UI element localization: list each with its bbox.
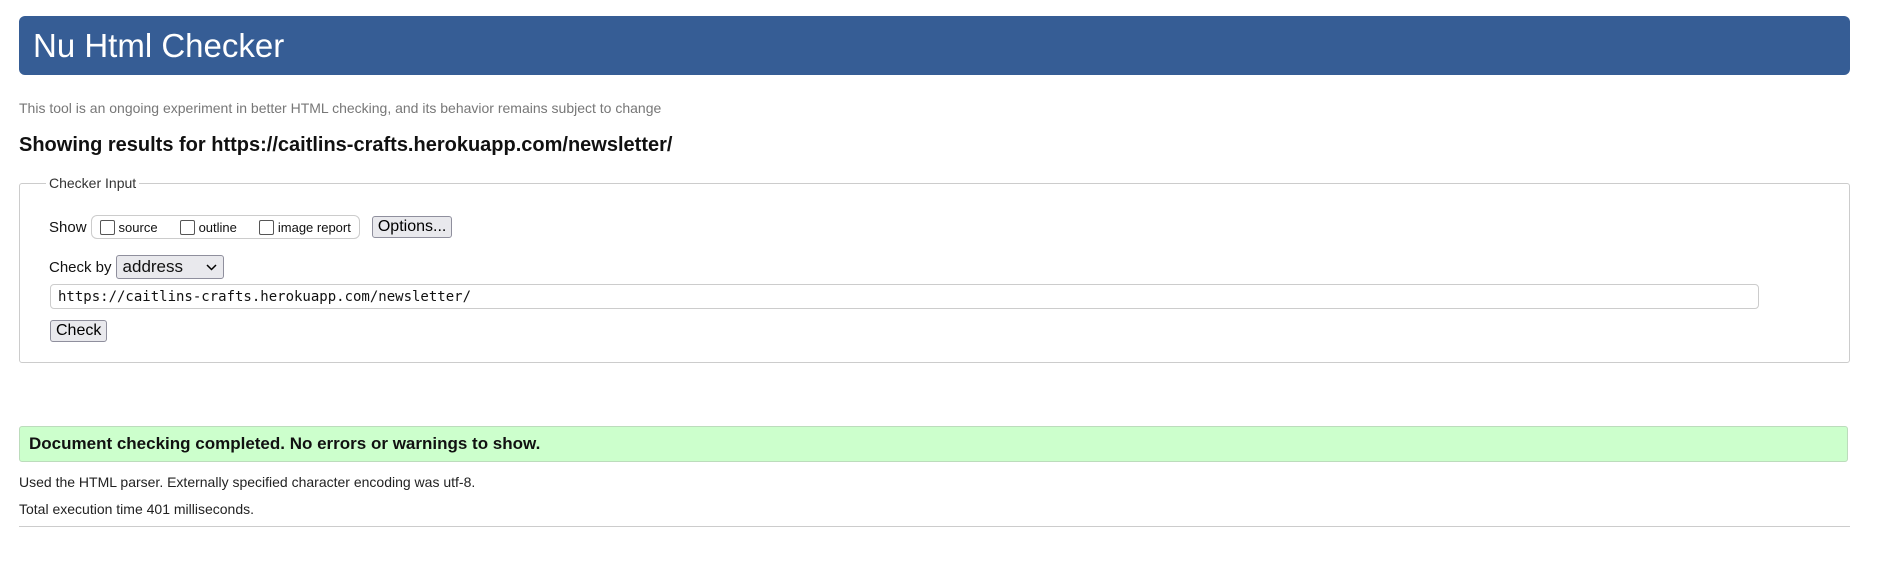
show-source-option[interactable]: source: [99, 219, 158, 235]
url-input[interactable]: https://caitlins-crafts.herokuapp.com/ne…: [50, 284, 1759, 309]
show-outline-option[interactable]: outline: [179, 219, 237, 235]
source-checkbox[interactable]: [99, 219, 115, 235]
source-label: source: [118, 219, 158, 235]
show-row: Show source outline image report Options…: [49, 215, 453, 239]
execution-time: Total execution time 401 milliseconds.: [19, 501, 255, 517]
status-message: Document checking completed. No errors o…: [19, 426, 1848, 462]
outline-checkbox[interactable]: [179, 219, 195, 235]
check-by-row: Check by address: [49, 255, 224, 279]
parser-info: Used the HTML parser. Externally specifi…: [19, 474, 476, 490]
image-report-checkbox[interactable]: [258, 219, 274, 235]
image-report-label: image report: [277, 219, 351, 235]
outline-label: outline: [198, 219, 237, 235]
check-button[interactable]: Check: [50, 320, 108, 342]
check-by-value: address: [122, 257, 184, 276]
chevron-down-icon: [206, 263, 217, 271]
checker-input-fieldset: Checker Input Show source outline image …: [19, 175, 1850, 363]
page-header: Nu Html Checker: [19, 16, 1850, 75]
fieldset-legend: Checker Input: [46, 175, 140, 191]
app-title: Nu Html Checker: [33, 27, 285, 64]
show-label: Show: [49, 218, 87, 236]
show-options-group: source outline image report: [90, 215, 360, 239]
results-heading: Showing results for https://caitlins-cra…: [19, 134, 673, 156]
check-by-label: Check by: [49, 258, 112, 276]
subtitle: This tool is an ongoing experiment in be…: [19, 100, 662, 116]
options-button[interactable]: Options...: [371, 216, 453, 238]
divider: [19, 526, 1850, 527]
check-by-select[interactable]: address: [115, 255, 224, 279]
show-image-report-option[interactable]: image report: [258, 219, 351, 235]
